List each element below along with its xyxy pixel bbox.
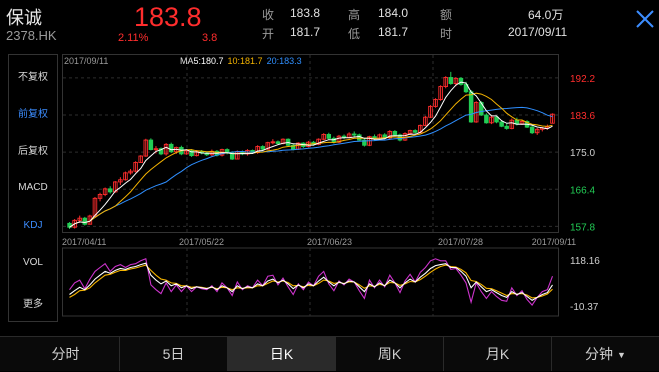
kdj-tick-label: 118.16 [570,256,600,267]
sidebar-item-forward-adjust[interactable]: 前复权 [9,105,57,120]
kdj-panel-frame [62,247,559,317]
candle-body [504,125,509,129]
ma-legend-prefix: MA [180,56,194,66]
kline-chart[interactable]: 192.2 183.6 175.0 166.4 157.8 2017/04/11 2017/… [62,54,614,320]
amount-value: 64.0万 [528,8,564,22]
sidebar-item-backward-adjust[interactable]: 后复权 [9,142,57,157]
amount-label: 额 [440,8,453,22]
open-value: 181.7 [290,25,321,39]
candle-body [326,134,332,139]
price-tick-label: 166.4 [570,185,595,196]
kdj-d-line [69,264,553,299]
ma-legend: MA5:180.7 10:181.7 20:183.3 [180,56,302,66]
candle-body [107,188,113,193]
date-tick-label: 2017/04/11 [62,237,106,247]
ma5-legend: 5:180.7 [194,56,224,66]
date-tick-label: 2017/07/28 [438,237,483,247]
close-icon[interactable] [634,8,656,30]
high-value: 184.0 [378,6,409,20]
price-tick-label: 183.6 [570,111,595,122]
price-tick-label: 175.0 [570,148,595,159]
sidebar-item-no-adjust[interactable]: 不复权 [9,68,57,83]
sidebar-item-vol[interactable]: VOL [9,257,57,268]
tab-minute[interactable]: 分钟 ▼ [552,337,659,371]
ma10-legend: 10:181.7 [228,56,263,66]
time-label: 时 [440,27,453,41]
time-value: 2017/09/11 [508,25,568,39]
candle-body [468,91,474,123]
close-value: 183.8 [290,6,321,20]
date-tick-label: 2017/05/22 [179,237,224,247]
candle-body [392,130,398,136]
candle-body [529,126,535,134]
tab-monthly-k[interactable]: 月K [444,337,552,371]
date-tick-label: 2017/09/11 [532,237,576,247]
last-price: 183.8 [134,2,202,32]
tab-intraday[interactable]: 分时 [12,337,120,371]
candle-body [357,134,362,141]
ma-legend-date: 2017/09/11 [64,56,108,66]
chevron-down-icon: ▼ [617,350,626,361]
sidebar-item-more[interactable]: 更多 [9,295,57,310]
tab-weekly-k[interactable]: 周K [336,337,444,371]
candle-body [168,143,174,153]
ma20-legend: 20:183.3 [267,56,302,66]
close-label: 收 [262,8,275,22]
change-percent: 2.11% [118,32,149,44]
candle-body [448,77,454,84]
quote-header: 保诚 2378.HK 183.8 2.11% 3.8 收 183.8 高 184… [0,0,659,48]
price-tick-label: 192.2 [570,74,595,85]
candle-body [412,130,418,133]
indicator-sidebar: 不复权 前复权 后复权 MACD KDJ VOL 更多 [8,54,58,322]
candle-body [484,114,489,124]
stock-name: 保诚 [6,8,42,28]
candle-body [275,141,281,144]
date-tick-label: 2017/06/23 [307,237,352,247]
candle-body [260,146,265,150]
candle-body [82,217,88,225]
sidebar-item-kdj[interactable]: KDJ [9,220,57,231]
sidebar-item-macd[interactable]: MACD [9,182,57,193]
low-value: 181.7 [378,25,409,39]
candle-body [351,133,357,136]
kline-chart-svg: 192.2 183.6 175.0 166.4 157.8 2017/04/11 2017/… [62,54,600,317]
candle-body [148,139,154,151]
tab-daily-k[interactable]: 日K [228,337,336,371]
candle-body [494,116,499,123]
stock-code: 2378.HK [6,28,57,43]
change-amount: 3.8 [202,32,218,44]
kdj-tick-label: -10.37 [570,302,599,313]
kdj-k-line [69,262,553,301]
tab-5day[interactable]: 5日 [120,337,228,371]
high-label: 高 [348,8,361,22]
low-label: 低 [348,27,361,41]
price-tick-label: 157.8 [570,222,595,233]
period-tabs: 分时 5日 日K 周K 月K 分钟 ▼ [0,336,659,371]
open-label: 开 [262,27,275,41]
candle-body [458,77,464,85]
candle-body [499,121,504,127]
